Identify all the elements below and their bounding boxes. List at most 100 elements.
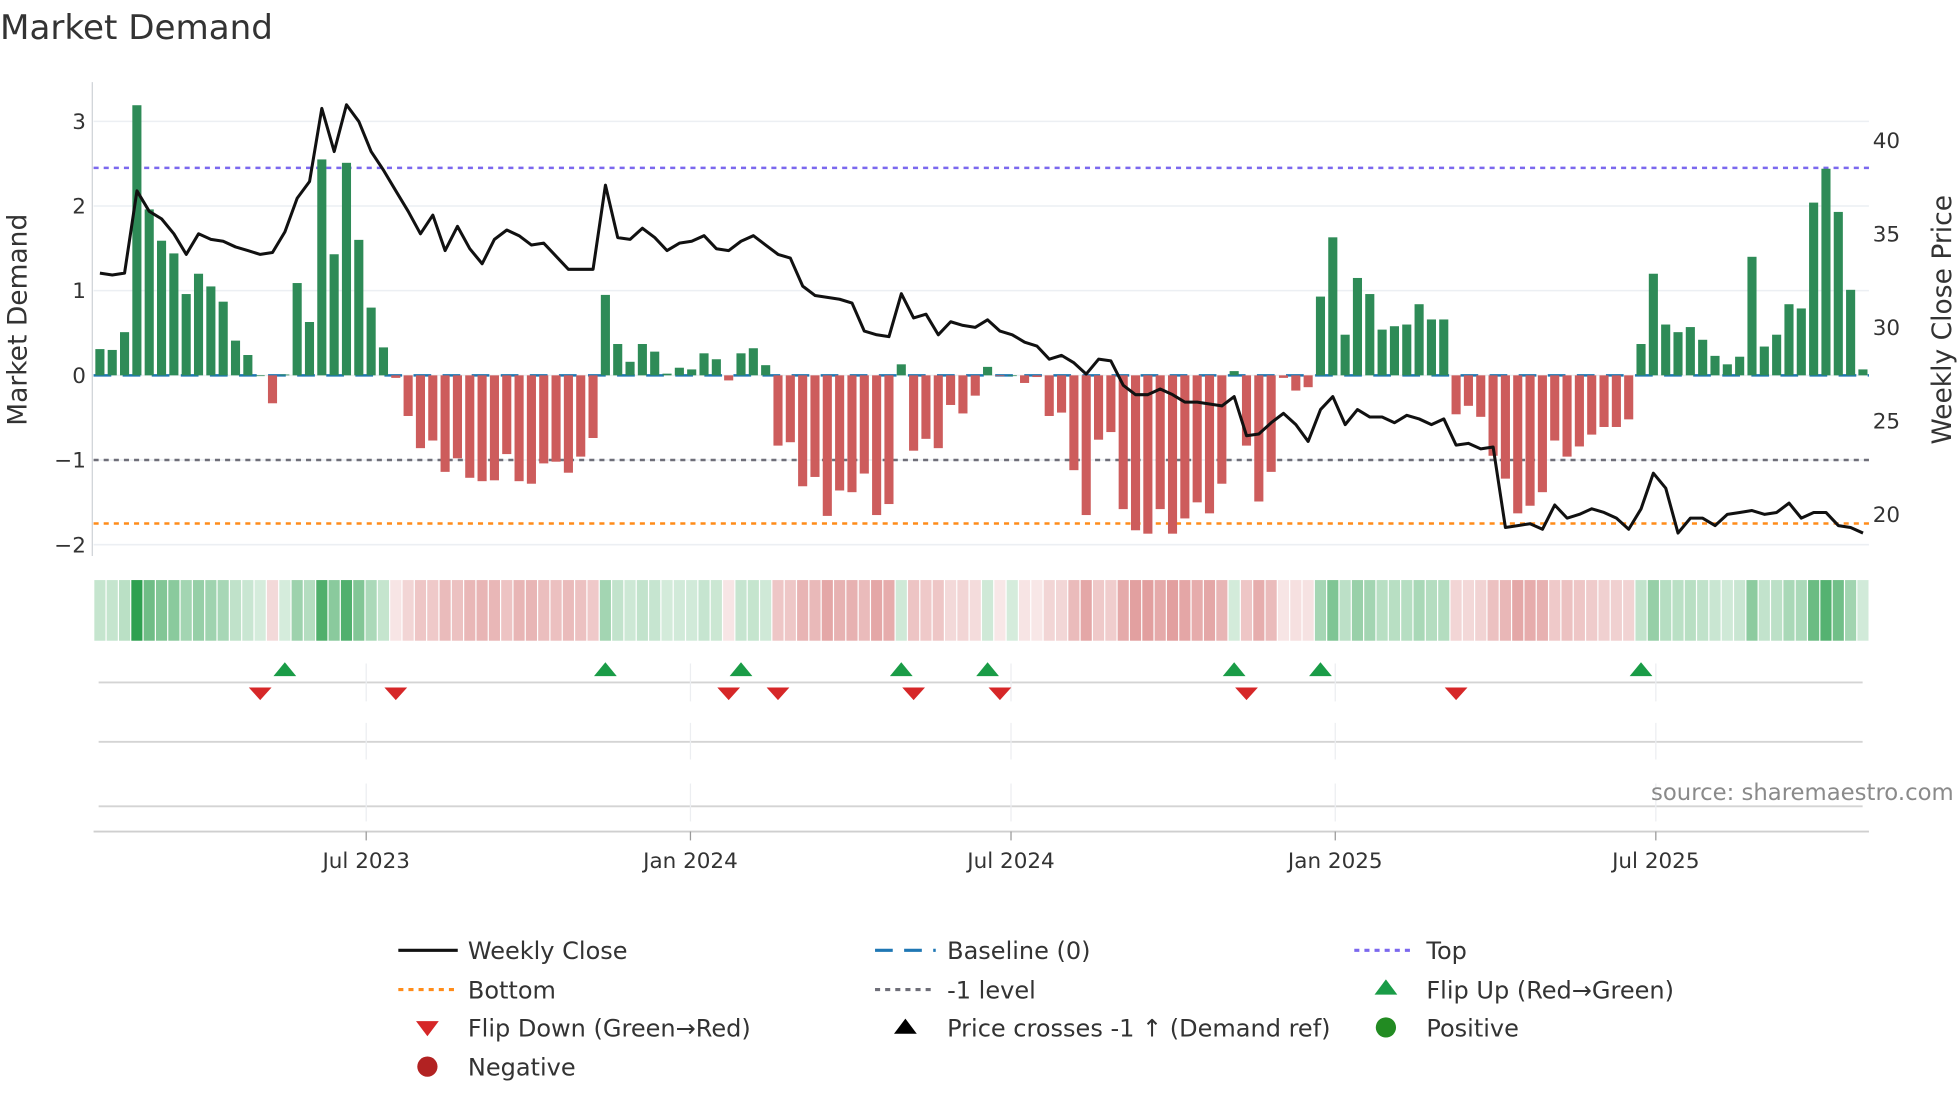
heatmap-cell (747, 580, 759, 641)
heatmap-cell (1364, 580, 1376, 641)
heatmap-cell (538, 580, 550, 641)
heatmap-cell (599, 580, 611, 641)
negative-demand-bar (785, 375, 795, 443)
heatmap-cell (328, 580, 340, 641)
x-tick-label: Jan 2025 (1286, 849, 1383, 874)
heatmap-cell (192, 580, 205, 641)
heatmap-cell (562, 580, 574, 641)
negative-demand-bar (1476, 375, 1486, 417)
heatmap-cell (365, 580, 377, 641)
negative-demand-bar (1180, 375, 1190, 519)
negative-demand-bar (1069, 375, 1079, 471)
negative-demand-bar (1143, 375, 1153, 534)
positive-demand-bar (280, 374, 290, 376)
positive-demand-bar (637, 344, 647, 376)
negative-demand-bar (440, 375, 450, 472)
positive-demand-bar (206, 286, 216, 376)
negative-demand-bar (563, 375, 573, 473)
heatmap-cell (698, 580, 710, 641)
heatmap-cell (550, 580, 562, 641)
heatmap-cell (1832, 580, 1844, 641)
negative-demand-bar (847, 375, 857, 493)
positive-demand-bar (896, 364, 906, 376)
heatmap-cell (1006, 580, 1018, 641)
price-cross-icon (894, 1018, 917, 1034)
legend-top: Top (1425, 937, 1467, 965)
flip-up-marker (594, 662, 617, 677)
heatmap-cell (908, 580, 920, 641)
negative-demand-bar (1463, 375, 1473, 406)
heatmap-cell (316, 580, 328, 641)
y-tick-label: −2 (54, 533, 86, 558)
positive-demand-bar (230, 340, 241, 376)
heatmap-cell (131, 580, 143, 641)
heatmap-cell (760, 580, 772, 641)
heatmap-cell (1586, 580, 1598, 641)
heatmap-cell (1499, 580, 1511, 641)
positive-demand-bar (1402, 324, 1412, 376)
negative-demand-bar (1106, 375, 1116, 433)
heatmap-cell (1401, 580, 1413, 641)
heatmap-cell (1376, 580, 1388, 641)
positive-demand-bar (1673, 332, 1683, 376)
heatmap-cell (636, 580, 648, 641)
legend-flip-down: Flip Down (Green→Red) (468, 1014, 751, 1042)
heatmap-cell (1475, 580, 1487, 641)
flip-up-marker (1222, 662, 1246, 677)
positive-demand-bar (1426, 319, 1436, 376)
heatmap-cell (1080, 580, 1092, 641)
demand-heatmap-strip (94, 580, 1869, 641)
negative-demand-bar (514, 375, 524, 482)
negative-demand-bar (1057, 375, 1067, 413)
heatmap-cell (501, 580, 513, 641)
flip-down-marker (766, 687, 790, 701)
positive-demand-bar (1685, 327, 1695, 376)
heatmap-cell (1129, 580, 1142, 641)
heatmap-cell (1302, 580, 1314, 641)
heatmap-cell (1290, 580, 1302, 641)
heatmap-cell (229, 580, 242, 641)
heatmap-cell (1771, 580, 1783, 641)
price-series (99, 103, 1864, 535)
flip-up-marker (729, 662, 753, 677)
heatmap-cell (1228, 580, 1240, 641)
heatmap-cell (340, 580, 353, 641)
heatmap-cell (575, 580, 587, 641)
negative-demand-bar (1204, 375, 1215, 514)
heatmap-cell (1758, 580, 1770, 641)
negative-demand-bar (1562, 375, 1572, 457)
positive-demand-bar (1636, 344, 1646, 376)
negative-demand-bar (1525, 375, 1535, 506)
heatmap-cell (143, 580, 155, 641)
positive-demand-bar (1846, 289, 1856, 376)
heatmap-cell (303, 580, 316, 641)
negative-demand-bar (1192, 375, 1202, 503)
heatmap-cell (945, 580, 957, 641)
y2-tick-label: 40 (1873, 129, 1900, 154)
y-tick-label: 2 (72, 195, 86, 220)
positive-demand-bar (1747, 256, 1757, 376)
negative-demand-bar (859, 375, 869, 474)
negative-demand-bar (970, 375, 980, 396)
negative-demand-bar (502, 375, 512, 455)
negative-demand-bar (1155, 375, 1165, 510)
heatmap-cell (710, 580, 722, 641)
heatmap-cell (1647, 580, 1659, 641)
flip-up-marker (273, 662, 297, 677)
negative-demand-bar (1303, 375, 1313, 388)
negative-demand-bar (465, 375, 475, 478)
positive-demand-bar (1414, 304, 1424, 376)
negative-demand-bar (1574, 375, 1584, 447)
heatmap-cell (1536, 580, 1548, 641)
flip-up-marker (1629, 662, 1653, 677)
heatmap-cell (488, 580, 500, 641)
heatmap-cell (612, 580, 624, 641)
heatmap-cell (1561, 580, 1573, 641)
negative-demand-bar (551, 375, 561, 462)
market-demand-chart: Market Demand 3 2 1 0 −1 −2 40 35 30 25 20 Market … (0, 8, 1958, 1081)
positive-demand-bar (378, 347, 389, 376)
negative-demand-bar (933, 375, 943, 449)
heatmap-cell (1721, 580, 1733, 641)
heatmap-cell (402, 580, 414, 641)
positive-demand-bar (662, 373, 672, 376)
